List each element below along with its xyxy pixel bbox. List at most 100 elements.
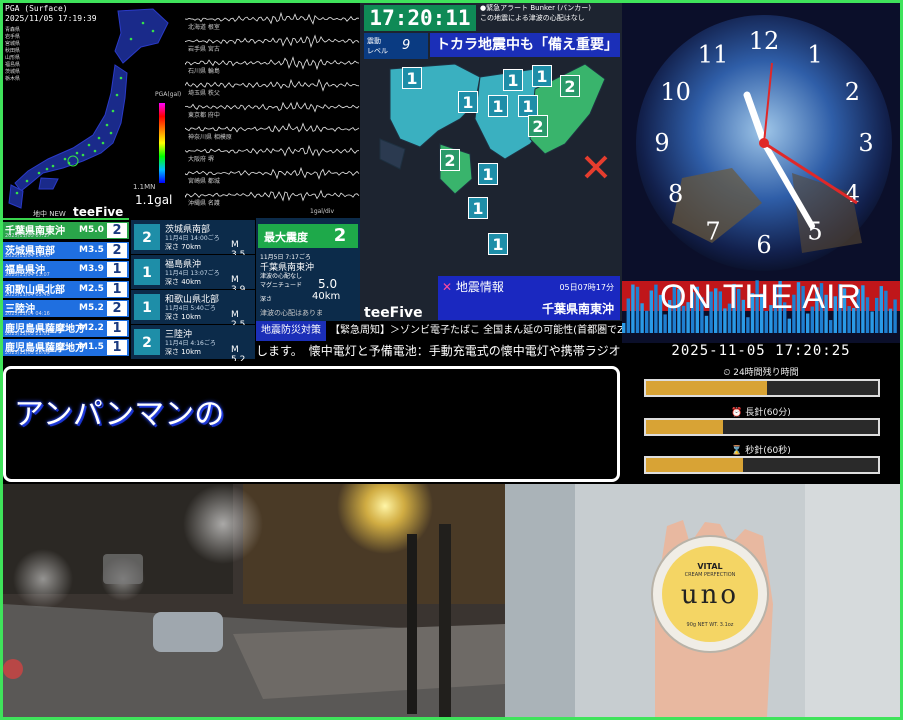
ad-line1: VITAL (685, 562, 735, 571)
clock-numeral: 4 (845, 180, 860, 208)
pga-gal-small: 1.1MN (133, 183, 155, 191)
clock-numeral: 3 (858, 129, 873, 157)
shindo-badge: 1 (518, 95, 538, 117)
quake-shindo: 1 (107, 262, 127, 277)
quake-date: 2025/11/04 04:16 (5, 311, 50, 317)
seismo-footer: 1gal/div (310, 208, 334, 215)
quake-magnitude: M3.5 (79, 245, 104, 255)
progress-fill (646, 458, 743, 472)
close-x-icon: ✕ (442, 280, 452, 294)
quake-card: 2 三陸沖 11月4日 4:16ごろ 深さ 10km M 5.2 (131, 325, 255, 359)
max-shindo-value: 2 (328, 225, 352, 247)
quake-card-depth: 深さ 40km (165, 277, 201, 287)
max-footer: 津波の心配はありま (260, 308, 323, 318)
eew-quake-info: ✕ 地震情報 05日07時17分 千葉県南東沖 (438, 276, 620, 320)
alarm-clock-icon: ⏰ (731, 408, 742, 418)
shindo-badge: 1 (503, 69, 523, 91)
bar-label-minute: ⏰ 長針(60分) (622, 405, 900, 418)
bar-label-second-text: 秒針(60秒) (745, 446, 790, 456)
eew-map-panel: 17:20:11 ●緊急アラート Bunker (バンカー) この地震による津波… (360, 3, 622, 321)
caption-text: アンパンマンの (14, 389, 224, 433)
spectrum-bar (829, 320, 832, 333)
quake-list-row: 鹿児島県薩摩地方 2025/11/03 21:01 M2.2 1 (3, 320, 129, 337)
epicenter-icon (582, 153, 610, 181)
clock-numeral: 8 (668, 180, 683, 208)
quake-card: 1和歌山県北部11月4日 5:40ごろ深さ 10kmM 2.5 (131, 290, 255, 324)
bar-label-day: ⏲ 24時間残り時間 (622, 365, 900, 378)
spectrum-bar (705, 316, 708, 333)
eew-headline: トカラ地震中も「備え重要」 (430, 33, 620, 57)
quake-magnitude: M1.5 (79, 342, 104, 352)
quake-date: 2025/11/03 20:09 (5, 350, 50, 356)
eew-info-title: 地震情報 (456, 280, 504, 294)
eew-clock: 17:20:11 (364, 5, 476, 31)
seismo-station-label: 北海道 根室 (188, 22, 220, 31)
quake-shindo: 1 (107, 321, 127, 336)
shindo-badge: 2 (528, 115, 548, 137)
shindo-badge: 1 (458, 91, 478, 113)
quake-shindo: 1 (107, 282, 127, 297)
quake-card: 1福島県沖11月4日 13:07ごろ深さ 40kmM 3.9 (131, 255, 255, 289)
progress-fill (646, 420, 723, 434)
quake-list-row: 和歌山県北部 2025/11/04 05:40 M2.5 1 (3, 281, 129, 298)
quake-card-date: 11月4日 13:07ごろ (165, 268, 220, 277)
quake-card-shindo: 2 (134, 224, 160, 250)
max-depth-label: 深さ (260, 294, 272, 303)
eew-level-label: レベル (367, 46, 388, 56)
quake-magnitude: M2.2 (79, 323, 104, 333)
seismo-station-label: 岩手県 宮古 (188, 44, 220, 53)
progress-bar-day (644, 379, 880, 397)
max-mag: 5.0 (318, 277, 337, 291)
eew-shindo-label: 震動 (367, 36, 381, 46)
quake-list-row: 千葉県南東沖 2025/11/05 07:17 M5.0 2 (3, 222, 129, 239)
seismo-station-label: 石川県 輪島 (188, 66, 220, 75)
quake-date: 2025/11/05 07:17 (5, 233, 50, 239)
eew-level-box: 震動 レベル 9 (364, 33, 428, 59)
analog-clock-panel: 12 1 2 3 4 5 6 7 8 9 10 11 ON THE AIR (622, 3, 900, 343)
news-ticker-bottom: します。 懐中電灯と予備電池：手動充電式の懐中電灯や携帯ラジオ・ (256, 341, 622, 362)
pga-unit-label: PGA(gal) (155, 91, 181, 98)
clock-numeral: 7 (705, 217, 720, 245)
quake-card-shindo: 2 (134, 329, 160, 355)
japan-map (3, 3, 185, 218)
eew-station-line1: ●緊急アラート Bunker (バンカー) (480, 3, 620, 13)
spectrum-bar (788, 319, 791, 333)
bar-label-day-text: 24時間残り時間 (733, 368, 798, 378)
quake-date: 2025/11/04 05:40 (5, 292, 50, 298)
on-the-air-label: ON THE AIR (622, 278, 900, 317)
pga-gal-value: 1.1gal (135, 193, 172, 207)
ad-line2: CREAM PERFECTION (665, 572, 755, 578)
quake-card-date: 11月4日 5:40ごろ (165, 303, 216, 312)
eew-station-info: ●緊急アラート Bunker (バンカー) この地震による津波の心配はなし (480, 3, 620, 23)
quake-list-row: 三陸沖 2025/11/04 04:16 M5.2 2 (3, 300, 129, 317)
pga-panel: PGA (Surface) 2025/11/05 17:19:39 青森県 岩手県… (3, 3, 185, 218)
quake-list-row: 鹿児島県薩摩地方 2025/11/03 20:09 M1.5 1 (3, 339, 129, 356)
spectrum-bar (622, 323, 625, 333)
clock-numeral: 2 (845, 78, 860, 106)
eew-info-time: 05日07時17分 (559, 282, 614, 293)
bar-label-minute-text: 長針(60分) (745, 408, 790, 418)
progress-bar-minute (644, 418, 880, 436)
seismograph-panel: 1gal/div 北海道 根室 岩手県 宮古 石川県 輪島 埼玉県 秩父 東京都 府中神… (185, 3, 360, 218)
progress-fill (646, 381, 767, 395)
max-shindo-label: 最大震度 (264, 229, 308, 245)
clock-face: 12 1234567891011 (622, 3, 900, 273)
street-camera-feed (3, 484, 505, 717)
eew-brand: teeFive (364, 305, 423, 321)
ticker-line1: 【緊急周知】＞ゾンビ電子たばこ 全国まん延の可能性(首都圏でZ世代拡大か?) (330, 325, 622, 336)
quake-magnitude: M5.0 (79, 225, 104, 235)
list-header-line (3, 218, 129, 220)
max-mag-label: マグニチュード (260, 280, 302, 289)
news-ticker-top: 地震防災対策【緊急周知】＞ゾンビ電子たばこ 全国まん延の可能性(首都圏でZ世代拡… (256, 321, 622, 341)
quake-magnitude: M2.5 (79, 284, 104, 294)
quake-shindo: 2 (107, 223, 127, 238)
eew-info-title-wrap: ✕ 地震情報 (442, 278, 504, 295)
eew-level-value: 9 (402, 38, 410, 53)
timer-icon: ⏲ (723, 368, 730, 378)
quake-list-row: 茨城県南部 2025/11/04 14:00 M3.5 2 (3, 242, 129, 259)
quake-card-date: 11月4日 4:16ごろ (165, 338, 216, 347)
max-shindo-panel: 最大震度 2 11月5日 7:17ごろ 千葉県南東沖 津波の心配なし マグニチュ… (256, 218, 360, 321)
hourglass-icon: ⌛ (731, 446, 742, 456)
shindo-badge: 2 (560, 75, 580, 97)
clock-numeral: 11 (698, 41, 729, 69)
